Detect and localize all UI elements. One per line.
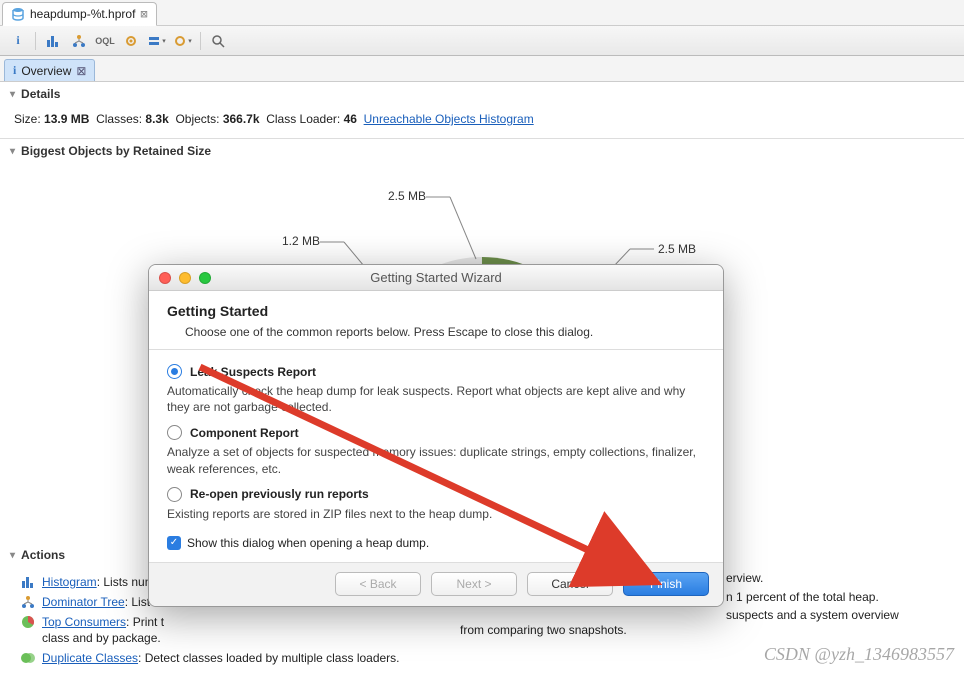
duplicate-icon: [20, 650, 36, 666]
section-details-title: Details: [21, 87, 60, 101]
gear-icon[interactable]: [121, 31, 141, 51]
query-dropdown[interactable]: [173, 31, 193, 51]
histogram-icon: [20, 574, 36, 590]
info-icon: i: [13, 63, 16, 78]
action-dominator: Dominator Tree: List th: [42, 594, 163, 611]
pie-icon: [20, 614, 36, 630]
section-biggest-title: Biggest Objects by Retained Size: [21, 144, 211, 158]
tab-close-icon[interactable]: ⊠: [140, 7, 147, 21]
action-histogram: Histogram: Lists numb: [42, 574, 161, 591]
section-details-header[interactable]: ▾ Details: [0, 82, 964, 106]
database-icon: [11, 7, 25, 21]
radio-component-desc: Analyze a set of objects for suspected m…: [167, 444, 705, 476]
separator: [200, 32, 201, 50]
run-dropdown[interactable]: [147, 31, 167, 51]
finish-button[interactable]: Finish: [623, 572, 709, 596]
radio-leak-label: Leak Suspects Report: [190, 365, 316, 379]
histogram-icon[interactable]: [43, 31, 63, 51]
snapshot-text: from comparing two snapshots.: [460, 623, 627, 637]
unreachable-link[interactable]: Unreachable Objects Histogram: [364, 112, 534, 126]
duplicates-link[interactable]: Duplicate Classes: [42, 651, 138, 665]
radio-reopen[interactable]: [167, 487, 182, 502]
tab-overview-label: Overview: [21, 64, 71, 78]
topconsumers-link[interactable]: Top Consumers: [42, 615, 126, 629]
next-button: Next >: [431, 572, 517, 596]
radio-component-report[interactable]: [167, 425, 182, 440]
tab-close-icon[interactable]: ⊠: [76, 64, 86, 78]
back-button: < Back: [335, 572, 421, 596]
toolbar: i OQL: [0, 26, 964, 56]
twisty-icon: ▾: [10, 550, 15, 561]
radio-leak-suspects[interactable]: [167, 364, 182, 379]
editor-tab[interactable]: heapdump-%t.hprof ⊠: [2, 2, 157, 26]
show-dialog-checkbox[interactable]: ✓: [167, 536, 181, 550]
twisty-icon: ▾: [10, 146, 15, 157]
radio-component-label: Component Report: [190, 426, 299, 440]
info-icon[interactable]: i: [8, 31, 28, 51]
section-biggest-header[interactable]: ▾ Biggest Objects by Retained Size: [0, 139, 964, 163]
window-close-icon[interactable]: [159, 272, 171, 284]
section-actions-title: Actions: [21, 548, 65, 562]
search-icon[interactable]: [208, 31, 228, 51]
editor-tab-label: heapdump-%t.hprof: [30, 7, 135, 21]
action-duplicates: Duplicate Classes: Detect classes loaded…: [42, 650, 400, 667]
dialog-title: Getting Started Wizard: [149, 270, 723, 285]
twisty-icon: ▾: [10, 89, 15, 100]
window-minimize-icon[interactable]: [179, 272, 191, 284]
dialog-subheading: Choose one of the common reports below. …: [185, 325, 705, 339]
window-zoom-icon[interactable]: [199, 272, 211, 284]
getting-started-dialog: Getting Started Wizard Getting Started C…: [148, 264, 724, 607]
radio-leak-desc: Automatically check the heap dump for le…: [167, 383, 705, 415]
radio-reopen-desc: Existing reports are stored in ZIP files…: [167, 506, 705, 522]
right-column-text: erview. n 1 percent of the total heap. s…: [726, 569, 899, 625]
details-line: Size: 13.9 MB Classes: 8.3k Objects: 366…: [14, 112, 534, 126]
cancel-button[interactable]: Cancel: [527, 572, 613, 596]
show-dialog-label: Show this dialog when opening a heap dum…: [187, 536, 429, 550]
tab-overview[interactable]: i Overview ⊠: [4, 59, 95, 81]
pie-label-c: 1.2 MB: [282, 234, 320, 248]
tree-icon: [20, 594, 36, 610]
action-topconsumers: Top Consumers: Print tclass and by packa…: [42, 614, 164, 648]
pie-label-a: 2.5 MB: [388, 189, 426, 203]
pie-label-b: 2.5 MB: [658, 242, 696, 256]
dialog-titlebar[interactable]: Getting Started Wizard: [149, 265, 723, 291]
radio-reopen-label: Re-open previously run reports: [190, 487, 369, 501]
histogram-link[interactable]: Histogram: [42, 575, 97, 589]
dominator-link[interactable]: Dominator Tree: [42, 595, 125, 609]
oql-icon[interactable]: OQL: [95, 31, 115, 51]
tree-icon[interactable]: [69, 31, 89, 51]
separator: [35, 32, 36, 50]
watermark: CSDN @yzh_1346983557: [764, 644, 954, 665]
dialog-heading: Getting Started: [167, 303, 705, 319]
